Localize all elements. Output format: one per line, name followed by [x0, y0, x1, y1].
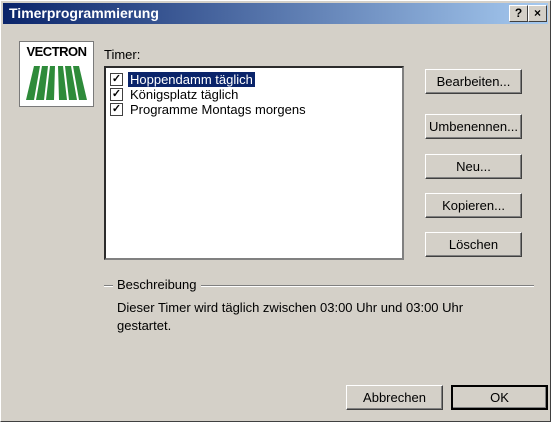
list-item[interactable]: ✓ Programme Montags morgens	[110, 102, 308, 117]
checkbox[interactable]: ✓	[110, 88, 123, 101]
timer-list[interactable]: ✓ Hoppendamm täglich ✓ Königsplatz tägli…	[104, 66, 404, 260]
ok-button[interactable]: OK	[451, 385, 548, 410]
help-button[interactable]: ?	[509, 5, 528, 22]
delete-button-label: Löschen	[448, 237, 499, 252]
rename-button[interactable]: Umbenennen...	[425, 114, 522, 139]
description-group-label: Beschreibung	[113, 277, 201, 292]
timer-label: Timer:	[104, 47, 140, 62]
cancel-button-label: Abbrechen	[363, 390, 426, 405]
list-item[interactable]: ✓ Hoppendamm täglich	[110, 71, 256, 88]
new-button[interactable]: Neu...	[425, 154, 522, 179]
list-item-label: Programme Montags morgens	[130, 102, 306, 117]
close-button[interactable]: ×	[528, 5, 547, 22]
title-bar[interactable]: Timerprogrammierung ? ×	[3, 3, 548, 24]
edit-button-label: Bearbeiten...	[436, 74, 511, 89]
ok-button-label: OK	[490, 390, 509, 405]
new-button-label: Neu...	[456, 159, 491, 174]
window-title: Timerprogrammierung	[9, 5, 159, 21]
delete-button[interactable]: Löschen	[425, 232, 522, 257]
list-item-label: Hoppendamm täglich	[127, 71, 256, 88]
dialog-window: Timerprogrammierung ? × VECTRON Timer: ✓…	[0, 0, 551, 422]
list-item[interactable]: ✓ Königsplatz täglich	[110, 87, 240, 102]
checkbox[interactable]: ✓	[110, 73, 123, 86]
cancel-button[interactable]: Abbrechen	[346, 385, 443, 410]
copy-button[interactable]: Kopieren...	[425, 193, 522, 218]
checkbox[interactable]: ✓	[110, 103, 123, 116]
vectron-logo: VECTRON	[19, 41, 94, 107]
copy-button-label: Kopieren...	[442, 198, 505, 213]
logo-graphic-icon	[26, 66, 87, 100]
list-item-label: Königsplatz täglich	[130, 87, 239, 102]
timer-label-text: Timer:	[104, 47, 141, 62]
description-text: Dieser Timer wird täglich zwischen 03:00…	[117, 300, 464, 333]
rename-button-label: Umbenennen...	[429, 119, 518, 134]
edit-button[interactable]: Bearbeiten...	[425, 69, 522, 94]
